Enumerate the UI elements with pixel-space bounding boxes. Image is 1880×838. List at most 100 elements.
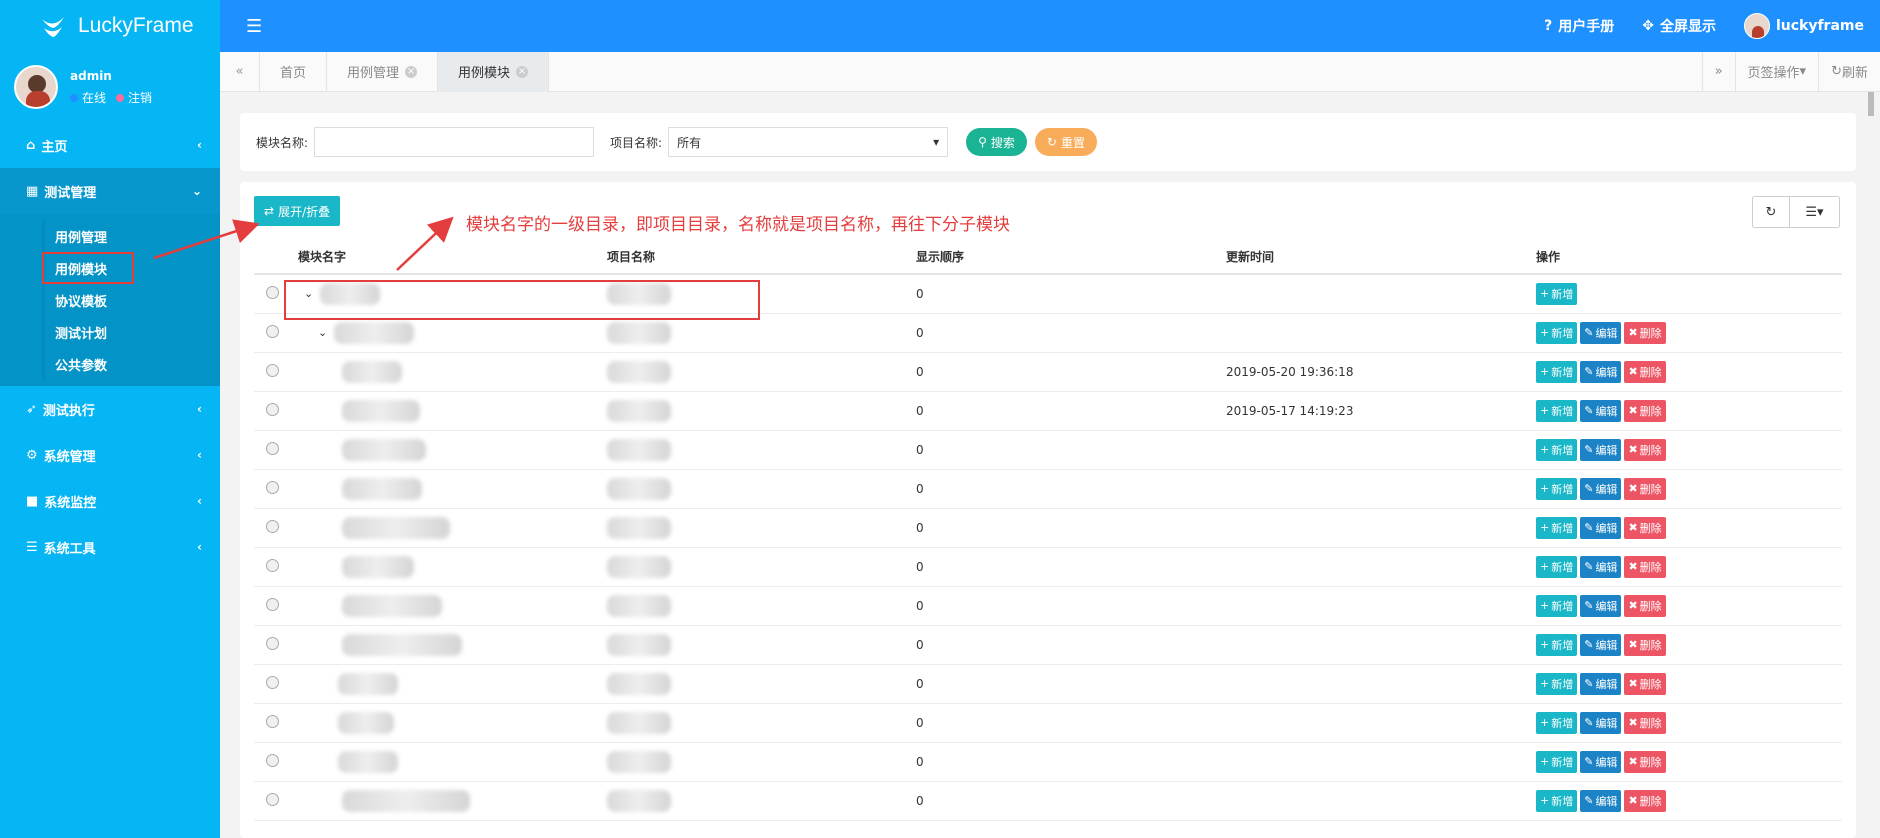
delete-button[interactable]: ✖ 删除 [1624,633,1666,656]
delete-button[interactable]: ✖ 删除 [1624,672,1666,695]
delete-button[interactable]: ✖ 删除 [1624,516,1666,539]
table-row[interactable]: 0 2019-05-20 19:36:18 + 新增 ✎ 编辑 ✖ 删除 [254,352,1842,392]
submenu-item-case-module[interactable]: 用例模块 [42,252,134,284]
delete-button[interactable]: ✖ 删除 [1624,321,1666,344]
edit-button[interactable]: ✎ 编辑 [1580,477,1622,500]
sidebar-item-test-execution[interactable]: ➶ 测试执行 ‹ [0,386,220,432]
module-name-input[interactable] [314,127,595,157]
row-select-radio[interactable] [266,792,279,806]
tab-home[interactable]: 首页 [260,51,328,92]
edit-button[interactable]: ✎ 编辑 [1580,555,1622,578]
close-icon[interactable]: × [405,65,418,78]
project-select[interactable]: 所有 ▾ [668,127,949,157]
delete-button[interactable]: ✖ 删除 [1624,438,1666,461]
scrollbar[interactable] [1868,92,1874,116]
edit-button[interactable]: ✎ 编辑 [1580,516,1622,539]
edit-button[interactable]: ✎ 编辑 [1580,438,1622,461]
columns-toggle-button[interactable]: ☰▾ [1790,196,1840,228]
row-select-radio[interactable] [266,324,279,338]
expand-collapse-button[interactable]: ⇄ 展开/折叠 [254,196,341,226]
add-button[interactable]: + 新增 [1536,633,1578,656]
edit-button[interactable]: ✎ 编辑 [1580,633,1622,656]
row-select-radio[interactable] [266,558,279,572]
row-select-radio[interactable] [266,753,279,767]
sidebar-item-system-management[interactable]: ⚙ 系统管理 ‹ [0,432,220,478]
sidebar-item-test-management[interactable]: ▦ 测试管理 ⌄ [0,168,220,214]
refresh-tab-button[interactable]: ↻ 刷新 [1818,51,1880,92]
tab-operations-dropdown[interactable]: 页签操作 ▾ [1734,51,1819,92]
table-row[interactable]: 0 2019-05-17 14:19:23 + 新增 ✎ 编辑 ✖ 删除 [254,391,1842,431]
edit-button[interactable]: ✎ 编辑 [1580,789,1622,812]
table-row[interactable]: 0 + 新增 ✎ 编辑 ✖ 删除 [254,781,1842,821]
add-button[interactable]: + 新增 [1536,321,1578,344]
row-select-radio[interactable] [266,441,279,455]
tab-case-module[interactable]: 用例模块 × [438,51,550,92]
submenu-item-case-management[interactable]: 用例管理 [42,220,220,252]
add-button[interactable]: + 新增 [1536,672,1578,695]
row-select-radio[interactable] [266,636,279,650]
delete-button[interactable]: ✖ 删除 [1624,399,1666,422]
table-row[interactable]: 0 + 新增 ✎ 编辑 ✖ 删除 [254,625,1842,665]
table-row[interactable]: 0 + 新增 ✎ 编辑 ✖ 删除 [254,469,1842,509]
add-button[interactable]: + 新增 [1536,711,1578,734]
tab-case-management[interactable]: 用例管理 × [327,51,439,92]
submenu-item-public-params[interactable]: 公共参数 [42,348,220,380]
reset-button[interactable]: ↻ 重置 [1034,128,1097,156]
sidebar-item-home[interactable]: ⌂ 主页 ‹ [0,122,220,168]
row-select-radio[interactable] [266,714,279,728]
edit-button[interactable]: ✎ 编辑 [1580,672,1622,695]
avatar[interactable] [14,65,58,109]
close-icon[interactable]: × [516,65,529,78]
edit-button[interactable]: ✎ 编辑 [1580,594,1622,617]
delete-button[interactable]: ✖ 删除 [1624,555,1666,578]
refresh-table-button[interactable]: ↻ [1752,196,1790,228]
app-logo[interactable]: LuckyFrame [0,0,220,52]
submenu-item-test-plan[interactable]: 测试计划 [42,316,220,348]
row-select-radio[interactable] [266,480,279,494]
row-select-radio[interactable] [266,675,279,689]
tab-scroll-left-button[interactable]: « [220,51,260,92]
row-select-radio[interactable] [266,597,279,611]
logout-link[interactable]: 注销 [116,89,152,106]
add-button[interactable]: + 新增 [1536,594,1578,617]
add-button[interactable]: + 新增 [1536,789,1578,812]
add-button[interactable]: + 新增 [1536,399,1578,422]
row-select-radio[interactable] [266,519,279,533]
edit-button[interactable]: ✎ 编辑 [1580,321,1622,344]
edit-button[interactable]: ✎ 编辑 [1580,750,1622,773]
tab-scroll-right-button[interactable]: » [1701,51,1735,92]
delete-button[interactable]: ✖ 删除 [1624,750,1666,773]
add-button[interactable]: + 新增 [1536,360,1578,383]
delete-button[interactable]: ✖ 删除 [1624,360,1666,383]
delete-button[interactable]: ✖ 删除 [1624,477,1666,500]
delete-button[interactable]: ✖ 删除 [1624,594,1666,617]
user-manual-link[interactable]: ? 用户手册 [1544,16,1614,36]
add-button[interactable]: + 新增 [1536,438,1578,461]
table-row[interactable]: 0 + 新增 ✎ 编辑 ✖ 删除 [254,430,1842,470]
search-button[interactable]: ⚲ 搜索 [966,128,1027,156]
add-button[interactable]: + 新增 [1536,282,1578,305]
sidebar-item-system-tools[interactable]: ☰ 系统工具 ‹ [0,524,220,570]
delete-button[interactable]: ✖ 删除 [1624,789,1666,812]
user-dropdown[interactable]: luckyframe [1743,13,1864,39]
table-row[interactable]: 0 + 新增 ✎ 编辑 ✖ 删除 [254,703,1842,743]
submenu-item-protocol-template[interactable]: 协议模板 [42,284,220,316]
table-row[interactable]: 0 + 新增 ✎ 编辑 ✖ 删除 [254,664,1842,704]
edit-button[interactable]: ✎ 编辑 [1580,711,1622,734]
edit-button[interactable]: ✎ 编辑 [1580,360,1622,383]
table-row[interactable]: 0 + 新增 ✎ 编辑 ✖ 删除 [254,547,1842,587]
row-select-radio[interactable] [266,363,279,377]
row-select-radio[interactable] [266,402,279,416]
table-row[interactable]: 0 + 新增 ✎ 编辑 ✖ 删除 [254,508,1842,548]
add-button[interactable]: + 新增 [1536,750,1578,773]
hamburger-menu-icon[interactable]: ☰ [246,16,262,37]
add-button[interactable]: + 新增 [1536,477,1578,500]
delete-button[interactable]: ✖ 删除 [1624,711,1666,734]
add-button[interactable]: + 新增 [1536,555,1578,578]
table-row[interactable]: 0 + 新增 ✎ 编辑 ✖ 删除 [254,586,1842,626]
chevron-down-icon[interactable]: ⌄ [318,326,330,339]
add-button[interactable]: + 新增 [1536,516,1578,539]
fullscreen-link[interactable]: ✥ 全屏显示 [1642,16,1716,36]
row-select-radio[interactable] [266,285,279,299]
edit-button[interactable]: ✎ 编辑 [1580,399,1622,422]
